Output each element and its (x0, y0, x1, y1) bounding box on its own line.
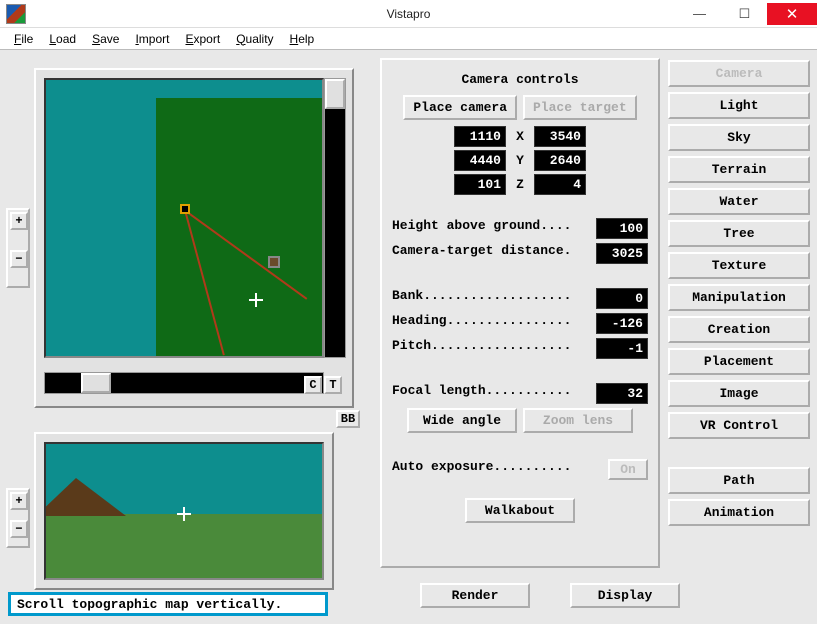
preview-zoom-out[interactable]: − (10, 520, 28, 538)
side-animation[interactable]: Animation (668, 499, 810, 526)
bank-field[interactable]: 0 (596, 288, 648, 309)
menu-export[interactable]: Export (181, 32, 224, 46)
bank-label: Bank................... (392, 288, 571, 309)
preview-crosshair (177, 507, 191, 521)
target-marker[interactable] (268, 256, 280, 268)
bb-button[interactable]: BB (336, 410, 360, 428)
menu-quality[interactable]: Quality (232, 32, 277, 46)
topo-zoom-out[interactable]: − (10, 250, 28, 268)
menu-help[interactable]: Help (286, 32, 319, 46)
side-image[interactable]: Image (668, 380, 810, 407)
topo-map[interactable] (44, 78, 324, 358)
bottom-buttons: Render Display (420, 583, 680, 608)
menu-file[interactable]: File (10, 32, 37, 46)
camera-panel: Camera controls Place camera Place targe… (380, 58, 660, 568)
x-label: X (512, 129, 528, 144)
walkabout-button[interactable]: Walkabout (465, 498, 575, 523)
topo-hscroll[interactable] (44, 372, 324, 394)
menu-import[interactable]: Import (131, 32, 173, 46)
menu-bar: File Load Save Import Export Quality Hel… (0, 28, 817, 50)
heading-label: Heading................ (392, 313, 571, 334)
camera-marker[interactable] (180, 204, 190, 214)
side-tree[interactable]: Tree (668, 220, 810, 247)
preview-zoom-frame: + − (6, 488, 30, 548)
topo-vscroll[interactable] (324, 78, 346, 358)
preview-mountain (44, 478, 126, 516)
side-camera[interactable]: Camera (668, 60, 810, 87)
topo-zoom-in[interactable]: + (10, 212, 28, 230)
tgt-x-field[interactable]: 3540 (534, 126, 586, 147)
side-vr[interactable]: VR Control (668, 412, 810, 439)
side-path[interactable]: Path (668, 467, 810, 494)
topo-hscroll-thumb[interactable] (81, 373, 111, 393)
topo-zoom-frame: + − (6, 208, 30, 288)
display-button[interactable]: Display (570, 583, 680, 608)
cam-y-field[interactable]: 4440 (454, 150, 506, 171)
side-sky[interactable]: Sky (668, 124, 810, 151)
preview-zoom-in[interactable]: + (10, 492, 28, 510)
zoom-lens-button[interactable]: Zoom lens (523, 408, 633, 433)
autoexp-label: Auto exposure.......... (392, 459, 571, 480)
z-label: Z (512, 177, 528, 192)
dist-label: Camera-target distance. (392, 243, 571, 264)
menu-load[interactable]: Load (45, 32, 80, 46)
title-bar: Vistapro — ☐ ✕ (0, 0, 817, 28)
side-placement[interactable]: Placement (668, 348, 810, 375)
topo-land (156, 98, 324, 358)
side-texture[interactable]: Texture (668, 252, 810, 279)
y-label: Y (512, 153, 528, 168)
focal-field[interactable]: 32 (596, 383, 648, 404)
dist-field[interactable]: 3025 (596, 243, 648, 264)
pitch-label: Pitch.................. (392, 338, 571, 359)
client-area: + − C T BB + − Scroll topographic map ve… (0, 50, 817, 624)
autoexp-toggle[interactable]: On (608, 459, 648, 480)
heading-field[interactable]: -126 (596, 313, 648, 334)
preview-ground (46, 514, 322, 578)
window-title: Vistapro (0, 7, 817, 21)
topo-vscroll-thumb[interactable] (325, 79, 345, 109)
hag-label: Height above ground.... (392, 218, 571, 239)
menu-save[interactable]: Save (88, 32, 123, 46)
status-bar: Scroll topographic map vertically. (8, 592, 328, 616)
tgt-y-field[interactable]: 2640 (534, 150, 586, 171)
topo-crosshair (249, 293, 263, 307)
place-camera-button[interactable]: Place camera (403, 95, 517, 120)
topo-frame: C T (34, 68, 354, 408)
render-button[interactable]: Render (420, 583, 530, 608)
tgt-z-field[interactable]: 4 (534, 174, 586, 195)
preview-frame (34, 432, 334, 590)
pitch-field[interactable]: -1 (596, 338, 648, 359)
side-creation[interactable]: Creation (668, 316, 810, 343)
cam-z-field[interactable]: 101 (454, 174, 506, 195)
hag-field[interactable]: 100 (596, 218, 648, 239)
cam-x-field[interactable]: 1110 (454, 126, 506, 147)
side-terrain[interactable]: Terrain (668, 156, 810, 183)
side-manipulation[interactable]: Manipulation (668, 284, 810, 311)
preview-render[interactable] (44, 442, 324, 580)
place-target-button[interactable]: Place target (523, 95, 637, 120)
c-button[interactable]: C (304, 376, 322, 394)
side-light[interactable]: Light (668, 92, 810, 119)
side-buttons: Camera Light Sky Terrain Water Tree Text… (668, 60, 810, 526)
t-button[interactable]: T (324, 376, 342, 394)
wide-angle-button[interactable]: Wide angle (407, 408, 517, 433)
focal-label: Focal length........... (392, 383, 571, 404)
side-water[interactable]: Water (668, 188, 810, 215)
panel-title: Camera controls (392, 68, 648, 95)
